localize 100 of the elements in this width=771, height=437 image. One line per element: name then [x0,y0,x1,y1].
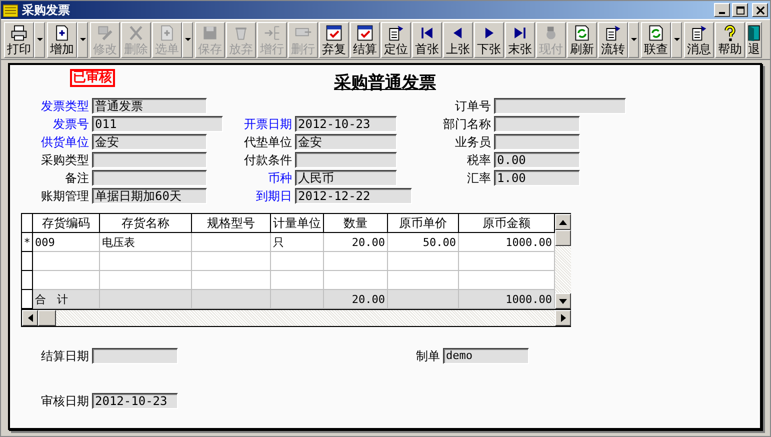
total-cell [270,290,324,308]
toolbar-button[interactable]: 末张 [505,22,535,58]
toolbar-button[interactable]: 联查 [641,22,671,58]
toolbar-button[interactable]: 帮助 [715,22,745,58]
docplus-icon [53,24,71,42]
table-cell [388,252,458,270]
column-header[interactable]: 数量 [324,214,388,232]
input-field[interactable] [92,170,207,186]
docplus-icon [158,24,176,42]
dropdown-button[interactable] [628,22,639,58]
input-field[interactable] [494,116,580,132]
calcheck-icon [356,24,374,42]
input-field[interactable]: 0.00 [494,152,580,168]
maximize-button[interactable] [732,3,748,17]
floppy-icon [201,24,219,42]
field-label: 供货单位 [40,134,90,150]
input-field[interactable]: 2012-12-22 [295,188,412,204]
field-label: 发票号 [52,116,90,132]
maximize-icon [736,6,744,14]
table-cell: 只 [270,232,324,252]
table-cell: 009 [32,232,100,252]
caret-icon [36,38,42,42]
input-field[interactable]: 金安 [295,134,397,150]
rowadd-icon [263,24,281,42]
toolbar-button[interactable]: 首张 [412,22,442,58]
input-field[interactable]: demo [443,348,529,364]
caret-icon [184,38,190,42]
table-cell [270,252,324,270]
table-cell: 20.00 [324,232,388,252]
field-label: 汇率 [466,170,492,186]
column-header[interactable]: 原币金额 [458,214,554,232]
close-button[interactable] [752,3,768,17]
toolbar-button[interactable]: 刷新 [567,22,597,58]
input-field[interactable]: 人民币 [295,170,397,186]
column-header[interactable]: 计量单位 [270,214,324,232]
dropdown-button[interactable] [77,22,88,58]
cross-icon [127,24,145,42]
toolbar-button[interactable]: 弃复 [319,22,349,58]
input-field[interactable] [494,134,580,150]
field-label: 开票日期 [243,116,293,132]
scroll-thumb[interactable] [555,230,571,246]
input-field[interactable]: 011 [92,116,223,132]
folder-icon [3,4,18,16]
minimize-button[interactable] [714,3,730,17]
scroll-up-button[interactable] [555,214,571,230]
printer-icon [10,24,28,42]
dropdown-button[interactable] [34,22,45,58]
field-label: 业务员 [454,134,492,150]
scroll-thumb[interactable] [38,310,56,326]
horizontal-scrollbar[interactable] [22,309,571,326]
field-label: 付款条件 [243,152,293,168]
scroll-down-button[interactable] [555,293,571,309]
input-field[interactable]: 2012-10-23 [92,393,178,409]
input-field[interactable] [92,152,207,168]
docflag-icon [387,24,405,42]
pencil-icon [96,24,114,42]
toolbar-button[interactable]: 结算 [350,22,380,58]
column-header[interactable]: 规格型号 [192,214,270,232]
toolbar-button[interactable]: 退 [746,22,762,58]
field-label: 账期管理 [40,188,90,204]
toolbar-button[interactable]: 下张 [474,22,504,58]
toolbar-button[interactable]: 打印 [4,22,34,58]
scroll-left-button[interactable] [22,310,38,326]
column-header[interactable]: 原币单价 [388,214,458,232]
field-label: 备注 [64,170,90,186]
minimize-icon [719,12,725,14]
field-label: 审核日期 [40,392,90,410]
vertical-scrollbar[interactable] [555,214,571,309]
toolbar-button[interactable]: 上张 [443,22,473,58]
refresh-icon [647,24,665,42]
input-field[interactable] [494,98,626,114]
input-field[interactable]: 金安 [92,134,207,150]
table-cell [32,252,100,270]
total-cell: 20.00 [324,290,388,308]
total-cell: 1000.00 [458,290,554,308]
left-arrow-icon [28,314,32,322]
down-arrow-icon [559,298,567,304]
scroll-right-button[interactable] [555,310,571,326]
column-header[interactable]: 存货编码 [32,214,100,232]
field-label: 部门名称 [442,116,492,132]
field-label: 币种 [267,170,293,186]
input-field[interactable] [92,348,178,364]
column-header[interactable]: 存货名称 [100,214,192,232]
caret-icon [630,38,636,42]
field-label: 结算日期 [40,348,90,364]
input-field[interactable]: 1.00 [494,170,580,186]
toolbar-button[interactable]: 定位 [381,22,411,58]
input-field[interactable]: 普通发票 [92,98,207,114]
toolbar-button[interactable]: 增加 [47,22,77,58]
dropdown-button[interactable] [671,22,682,58]
toolbar-button[interactable]: 流转 [598,22,628,58]
toolbar-button[interactable]: 消息 [684,22,714,58]
field-label: 采购类型 [40,152,90,168]
table-cell: 电压表 [100,232,192,252]
caret-icon [674,38,680,42]
window-title: 采购发票 [22,2,70,18]
field-label: 到期日 [255,188,293,204]
input-field[interactable] [295,152,397,168]
input-field[interactable]: 单据日期加60天 [92,188,207,204]
input-field[interactable]: 2012-10-23 [295,116,397,132]
